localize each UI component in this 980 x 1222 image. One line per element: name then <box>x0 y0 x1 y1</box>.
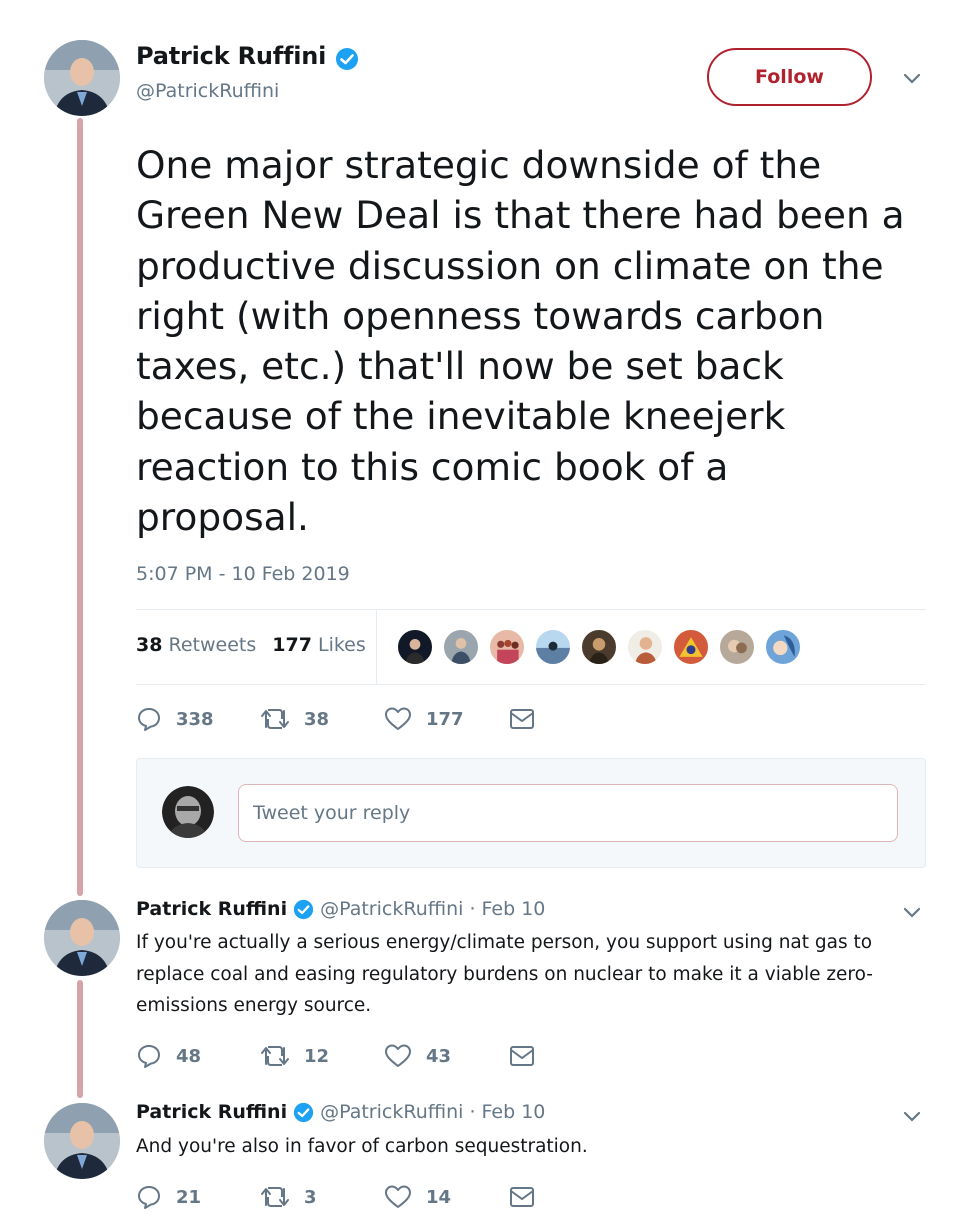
chevron-down-icon[interactable] <box>902 906 922 920</box>
liker-avatar[interactable] <box>626 628 664 666</box>
like-action[interactable]: 177 <box>384 706 508 732</box>
chevron-down-icon[interactable] <box>902 72 922 86</box>
like-count: 177 <box>272 634 312 656</box>
divider <box>136 684 926 685</box>
reply-author-handle[interactable]: @PatrickRuffini <box>320 898 463 920</box>
liker-avatar[interactable] <box>672 628 710 666</box>
current-user-avatar <box>162 786 214 838</box>
thread-line-reply <box>77 980 83 1098</box>
retweet-label: Retweets <box>168 634 257 656</box>
heart-icon <box>385 1044 411 1067</box>
reply-action[interactable]: 338 <box>136 706 260 732</box>
verified-badge-icon <box>293 1102 314 1122</box>
divider <box>136 609 926 610</box>
like-stat[interactable]: 177 Likes <box>272 634 366 656</box>
dm-action[interactable] <box>508 707 536 731</box>
reply-count: 21 <box>176 1186 202 1208</box>
author-avatar[interactable] <box>44 40 120 116</box>
retweet-icon <box>261 1046 289 1066</box>
reply-actions: 21 3 14 <box>136 1184 536 1210</box>
reply-text: If you're actually a serious energy/clim… <box>136 932 873 1016</box>
verified-badge-icon <box>331 47 359 72</box>
reply-author-name[interactable]: Patrick Ruffini <box>136 1101 287 1123</box>
retweet-count: 3 <box>304 1186 317 1208</box>
engagement-stats: 38 Retweets 177 Likes <box>136 634 366 656</box>
reply-author-name[interactable]: Patrick Ruffini <box>136 898 287 920</box>
reply-icon <box>138 708 160 731</box>
reply-date[interactable]: · Feb 10 <box>469 1101 545 1123</box>
liker-avatar[interactable] <box>764 628 802 666</box>
like-count: 14 <box>426 1186 452 1208</box>
reply-count: 48 <box>176 1045 202 1067</box>
author-handle[interactable]: @PatrickRuffini <box>136 80 359 102</box>
follow-button[interactable]: Follow <box>707 48 872 106</box>
liker-avatar[interactable] <box>580 628 618 666</box>
reply-header: Patrick Ruffini @PatrickRuffini · Feb 10 <box>136 898 545 920</box>
reply-header: Patrick Ruffini @PatrickRuffini · Feb 10 <box>136 1101 545 1123</box>
liker-avatar[interactable] <box>488 628 526 666</box>
like-count: 43 <box>426 1045 452 1067</box>
tweet-header: Patrick Ruffini @PatrickRuffini <box>136 42 359 102</box>
reply-count: 338 <box>176 708 214 730</box>
liker-avatar[interactable] <box>442 628 480 666</box>
reply-action[interactable]: 48 <box>136 1043 260 1069</box>
retweet-action[interactable]: 3 <box>260 1185 384 1209</box>
author-name[interactable]: Patrick Ruffini <box>136 42 326 70</box>
retweet-icon <box>261 1187 289 1207</box>
like-action[interactable]: 43 <box>384 1043 508 1069</box>
heart-icon <box>385 707 411 730</box>
envelope-icon <box>510 1187 534 1207</box>
reply-author-avatar[interactable] <box>44 900 120 976</box>
dm-action[interactable] <box>508 1044 536 1068</box>
tweet-text: One major strategic downside of the Gree… <box>136 143 905 540</box>
retweet-count: 38 <box>136 634 163 656</box>
retweet-icon <box>261 709 289 729</box>
retweet-stat[interactable]: 38 Retweets <box>136 634 256 656</box>
reply-icon <box>138 1186 160 1209</box>
liker-avatar[interactable] <box>534 628 572 666</box>
retweet-count: 12 <box>304 1045 330 1067</box>
reply-input[interactable] <box>238 784 898 842</box>
reply-icon <box>138 1045 160 1068</box>
envelope-icon <box>510 1046 534 1066</box>
divider <box>376 609 377 684</box>
verified-badge-icon <box>293 899 314 919</box>
dm-action[interactable] <box>508 1185 536 1209</box>
like-action[interactable]: 14 <box>384 1184 508 1210</box>
reply-action[interactable]: 21 <box>136 1184 260 1210</box>
reply-text: And you're also in favor of carbon seque… <box>136 1136 588 1157</box>
liker-avatar[interactable] <box>396 628 434 666</box>
tweet-actions: 338 38 177 <box>136 706 536 732</box>
like-count: 177 <box>426 708 464 730</box>
chevron-down-icon[interactable] <box>902 1110 922 1124</box>
retweet-action[interactable]: 38 <box>260 707 384 731</box>
reply-author-avatar[interactable] <box>44 1103 120 1179</box>
thread-line-main <box>77 118 83 896</box>
retweet-action[interactable]: 12 <box>260 1044 384 1068</box>
envelope-icon <box>510 709 534 729</box>
reply-actions: 48 12 43 <box>136 1043 536 1069</box>
reply-author-handle[interactable]: @PatrickRuffini <box>320 1101 463 1123</box>
tweet-timestamp[interactable]: 5:07 PM - 10 Feb 2019 <box>136 563 350 585</box>
heart-icon <box>385 1185 411 1208</box>
reply-date[interactable]: · Feb 10 <box>469 898 545 920</box>
retweet-count: 38 <box>304 708 330 730</box>
like-label: Likes <box>317 634 366 656</box>
liker-avatar[interactable] <box>718 628 756 666</box>
